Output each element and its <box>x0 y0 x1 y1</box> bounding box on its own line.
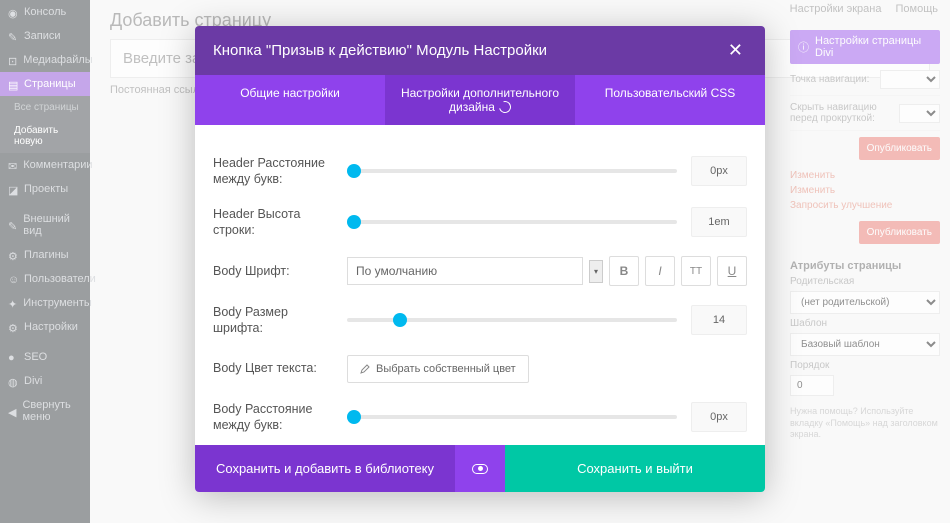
save-to-library-button[interactable]: Сохранить и добавить в библиотеку <box>195 445 455 492</box>
setting-label: Body Цвет текста: <box>213 360 333 376</box>
slider-thumb[interactable] <box>393 313 407 327</box>
close-icon[interactable]: ✕ <box>724 40 747 61</box>
modal-body: Header Расстояние между букв: Header Выс… <box>195 125 765 445</box>
reset-icon[interactable] <box>497 99 513 115</box>
setting-header-letter-spacing: Header Расстояние между букв: <box>213 155 747 188</box>
setting-body-font: Body Шрифт: По умолчанию ▾ B I TT U <box>213 256 747 286</box>
setting-label: Body Расстояние между букв: <box>213 401 333 434</box>
uppercase-button[interactable]: TT <box>681 256 711 286</box>
modal-tabs: Общие настройки Настройки дополнительног… <box>195 75 765 125</box>
slider-track[interactable] <box>347 415 677 419</box>
slider-value-input[interactable] <box>691 207 747 237</box>
slider-thumb[interactable] <box>347 410 361 424</box>
slider-track[interactable] <box>347 220 677 224</box>
tab-advanced-design[interactable]: Настройки дополнительного дизайна <box>385 75 575 125</box>
pencil-icon <box>360 364 370 374</box>
setting-body-font-size: Body Размер шрифта: <box>213 304 747 337</box>
setting-label: Header Высота строки: <box>213 206 333 239</box>
modal-footer: Сохранить и добавить в библиотеку Сохран… <box>195 445 765 492</box>
preview-button[interactable] <box>455 445 505 492</box>
tab-general[interactable]: Общие настройки <box>195 75 385 125</box>
setting-label: Body Шрифт: <box>213 263 333 279</box>
italic-button[interactable]: I <box>645 256 675 286</box>
slider-value-input[interactable] <box>691 156 747 186</box>
slider-value-input[interactable] <box>691 402 747 432</box>
slider-track[interactable] <box>347 318 677 322</box>
slider-thumb[interactable] <box>347 164 361 178</box>
eye-icon <box>472 464 488 474</box>
tab-custom-css[interactable]: Пользовательский CSS <box>575 75 765 125</box>
bold-button[interactable]: B <box>609 256 639 286</box>
setting-body-letter-spacing: Body Расстояние между букв: <box>213 401 747 434</box>
setting-header-line-height: Header Высота строки: <box>213 206 747 239</box>
chevron-down-icon[interactable]: ▾ <box>589 260 603 283</box>
slider-value-input[interactable] <box>691 305 747 335</box>
setting-label: Body Размер шрифта: <box>213 304 333 337</box>
slider-thumb[interactable] <box>347 215 361 229</box>
save-and-exit-button[interactable]: Сохранить и выйти <box>505 445 765 492</box>
underline-button[interactable]: U <box>717 256 747 286</box>
modal-header: Кнопка "Призыв к действию" Модуль Настро… <box>195 26 765 75</box>
slider-track[interactable] <box>347 169 677 173</box>
setting-body-text-color: Body Цвет текста: Выбрать собственный цв… <box>213 355 747 383</box>
font-select[interactable]: По умолчанию <box>347 257 583 285</box>
module-settings-modal: Кнопка "Призыв к действию" Модуль Настро… <box>195 26 765 492</box>
modal-title: Кнопка "Призыв к действию" Модуль Настро… <box>213 42 547 59</box>
color-picker-button[interactable]: Выбрать собственный цвет <box>347 355 529 383</box>
setting-label: Header Расстояние между букв: <box>213 155 333 188</box>
